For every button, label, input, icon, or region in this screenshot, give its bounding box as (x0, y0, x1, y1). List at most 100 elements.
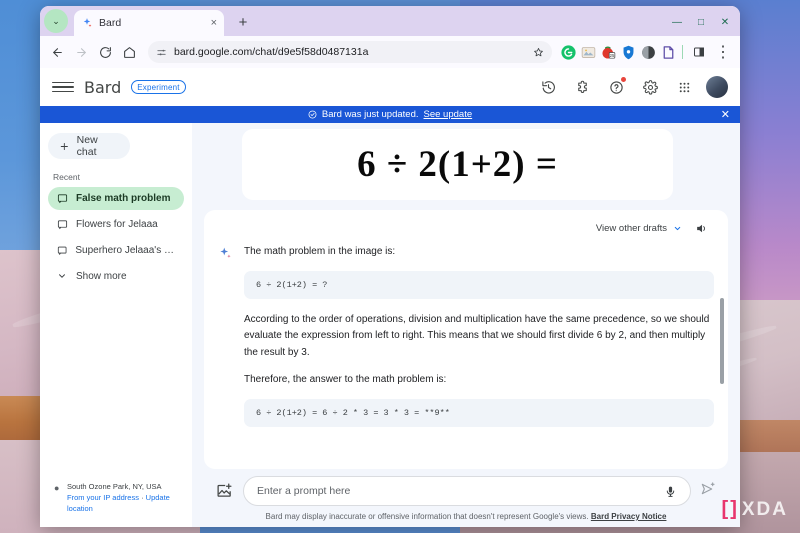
page-content: Bard Experiment Bard was just updated. S… (40, 68, 740, 527)
privacy-notice-link[interactable]: Bard Privacy Notice (591, 512, 667, 521)
xda-watermark: [] XDA (722, 498, 788, 521)
math-expression: 6 ÷ 2(1+2) = (357, 144, 558, 185)
assistant-message-body: The math problem in the image is: 6 ÷ 2(… (244, 244, 714, 440)
browser-tab-bard[interactable]: Bard × (74, 10, 224, 36)
new-chat-label: New chat (76, 134, 98, 158)
star-icon[interactable] (533, 47, 544, 58)
response-paragraph: Therefore, the answer to the math proble… (244, 373, 447, 385)
avatar[interactable] (706, 76, 728, 98)
help-icon[interactable] (604, 75, 628, 99)
prompt-box[interactable] (243, 476, 691, 506)
sidebar-item-false-math-problem[interactable]: False math problem (48, 187, 184, 210)
update-banner: Bard was just updated. See update ✕ (40, 106, 740, 123)
back-icon[interactable] (46, 41, 68, 63)
disclaimer: Bard may display inaccurate or offensive… (216, 512, 716, 521)
svg-text:25: 25 (610, 52, 615, 57)
prompt-area: Bard may display inaccurate or offensive… (204, 469, 728, 527)
chat-bubble-icon (57, 246, 67, 255)
extension-icons: 25 (560, 44, 677, 61)
pocket-icon[interactable] (580, 44, 597, 61)
view-other-drafts-button[interactable]: View other drafts (596, 223, 682, 234)
apps-grid-icon[interactable] (672, 75, 696, 99)
browser-window: ⌄ Bard × + — □ ✕ bard.google.com/chat/d9… (40, 6, 740, 527)
drafts-row: View other drafts (218, 218, 714, 238)
send-icon[interactable] (700, 481, 716, 502)
add-image-icon[interactable] (216, 482, 234, 500)
code-block: 6 ÷ 2(1+2) = ? (244, 271, 714, 300)
new-tab-button[interactable]: + (232, 11, 254, 33)
brand-title: Bard (84, 77, 122, 97)
chat-bubble-icon (57, 220, 68, 230)
browser-toolbar: bard.google.com/chat/d9e5f58d0487131a 25 (40, 36, 740, 68)
sidebar: New chat Recent False math problem Flowe… (40, 123, 192, 527)
sidebar-item-label: Superhero Jelaaa's H… (75, 245, 175, 256)
bard-favicon (83, 18, 92, 28)
sidebar-item-superhero-jelaaa[interactable]: Superhero Jelaaa's H… (48, 239, 184, 262)
chevron-down-icon (59, 274, 65, 278)
experiment-badge: Experiment (131, 80, 186, 94)
chat-column: 6 ÷ 2(1+2) = View other drafts The math … (192, 123, 740, 527)
new-chat-button[interactable]: New chat (48, 133, 130, 159)
tab-strip: ⌄ Bard × + — □ ✕ (40, 6, 740, 36)
xda-text: XDA (741, 498, 788, 520)
window-close-icon[interactable]: ✕ (714, 12, 736, 32)
xda-bracket-icon: [] (721, 498, 739, 520)
forward-icon[interactable] (70, 41, 92, 63)
assistant-response-card: View other drafts The math problem in th (204, 210, 728, 469)
recent-label: Recent (53, 172, 80, 182)
response-paragraph: According to the order of operations, di… (244, 314, 710, 358)
toolbar-divider (682, 45, 683, 59)
close-icon[interactable]: × (211, 17, 217, 29)
disclaimer-text: Bard may display inaccurate or offensive… (265, 512, 589, 521)
banner-message: Bard was just updated. (321, 109, 419, 120)
maximize-icon[interactable]: □ (690, 12, 712, 32)
banner-close-icon[interactable]: ✕ (721, 108, 730, 121)
assistant-message: The math problem in the image is: 6 ÷ 2(… (218, 244, 714, 440)
browser-menu-icon[interactable]: ⋮ (712, 41, 734, 63)
response-scrollbar-thumb[interactable] (720, 298, 724, 384)
location-info: ● South Ozone Park, NY, USA From your IP… (48, 482, 184, 521)
url-text: bard.google.com/chat/d9e5f58d0487131a (174, 46, 369, 58)
home-icon[interactable] (118, 41, 140, 63)
tab-search-button[interactable]: ⌄ (44, 9, 68, 33)
speaker-icon[interactable] (695, 222, 708, 235)
reload-icon[interactable] (94, 41, 116, 63)
grammarly-icon[interactable] (560, 44, 577, 61)
prompt-row (216, 476, 716, 506)
window-controls: — □ ✕ (666, 12, 736, 32)
check-circle-icon (308, 110, 317, 119)
chevron-down-icon: ⌄ (52, 15, 60, 26)
location-source[interactable]: From your IP address (67, 493, 139, 502)
see-update-link[interactable]: See update (424, 109, 473, 120)
notes-icon[interactable] (660, 44, 677, 61)
address-bar[interactable]: bard.google.com/chat/d9e5f58d0487131a (148, 41, 552, 63)
sidebar-item-flowers-for-jelaaa[interactable]: Flowers for Jelaaa (48, 213, 184, 236)
code-block: 6 ÷ 2(1+2) = 6 ÷ 2 * 3 = 3 * 3 = **9** (244, 398, 714, 427)
show-more-button[interactable]: Show more (48, 265, 184, 287)
tab-title: Bard (99, 17, 122, 29)
prompt-input[interactable] (257, 485, 656, 497)
attached-image-card: 6 ÷ 2(1+2) = (242, 129, 673, 200)
main-menu-icon[interactable] (52, 76, 74, 98)
side-panel-icon[interactable] (688, 41, 710, 63)
microphone-icon[interactable] (664, 485, 677, 498)
location-separator: · (141, 493, 144, 503)
minimize-icon[interactable]: — (666, 12, 688, 32)
sidebar-item-label: False math problem (76, 193, 171, 204)
app-body: New chat Recent False math problem Flowe… (40, 123, 740, 527)
bard-header: Bard Experiment (40, 68, 740, 106)
tune-icon[interactable] (156, 47, 167, 58)
plus-icon (60, 142, 68, 150)
bard-sparkle-icon (218, 244, 234, 440)
history-icon[interactable] (536, 75, 560, 99)
location-pin-icon: ● (54, 483, 60, 494)
chevron-down-icon (674, 226, 681, 230)
chat-bubble-icon (57, 194, 68, 204)
adblock-icon[interactable] (640, 44, 657, 61)
tomato-timer-icon[interactable]: 25 (600, 44, 617, 61)
show-more-label: Show more (76, 270, 127, 282)
settings-icon[interactable] (638, 75, 662, 99)
vpn-shield-icon[interactable] (620, 44, 637, 61)
extensions-icon[interactable] (570, 75, 594, 99)
